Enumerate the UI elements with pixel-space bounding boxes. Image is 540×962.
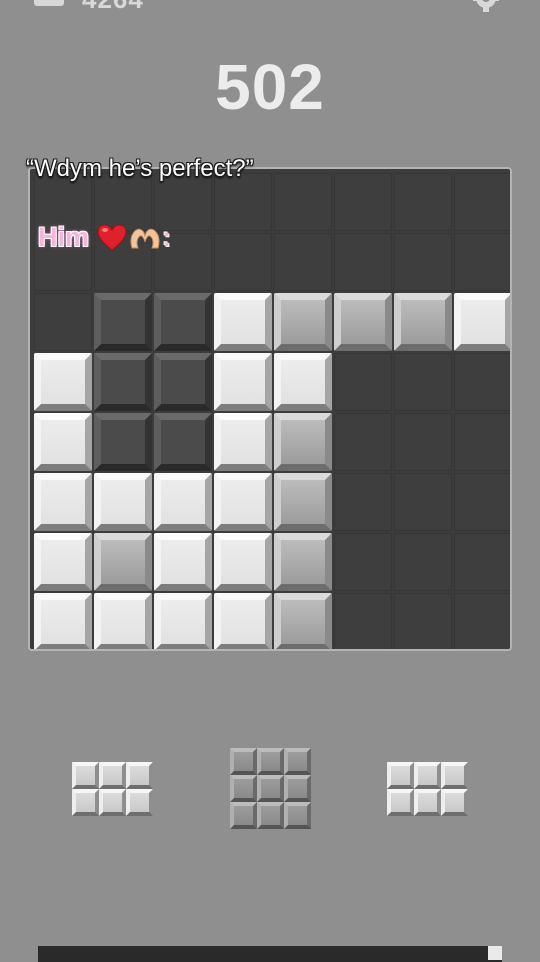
board-cell-dark-block[interactable] [94,413,152,471]
board-cell-empty[interactable] [334,533,392,591]
board-cell-empty[interactable] [274,233,332,291]
board-cell-white-block[interactable] [34,533,92,591]
board-cell-white-block[interactable] [94,473,152,531]
him-label: Him [38,222,90,252]
piece-block [230,802,257,829]
board-cell-empty[interactable] [394,413,452,471]
board-cell-dark-block[interactable] [94,353,152,411]
gear-icon[interactable] [470,0,502,14]
piece-block [257,802,284,829]
board-cell-gray-block[interactable] [274,413,332,471]
piece-block [72,789,99,816]
board-cell-gray-block[interactable] [334,293,392,351]
board-cell-empty[interactable] [454,413,510,471]
piece-block [441,789,468,816]
board-cell-empty[interactable] [454,353,510,411]
crown-icon [34,0,64,6]
board-cell-empty[interactable] [334,593,392,649]
piece-block [387,762,414,789]
board-cell-white-block[interactable] [454,293,510,351]
board-cell-empty[interactable] [454,533,510,591]
board-cell-white-block[interactable] [34,473,92,531]
piece-block [284,775,311,802]
board-cell-empty[interactable] [454,173,510,231]
board-cell-white-block[interactable] [214,473,272,531]
piece-block [99,762,126,789]
piece-block [414,789,441,816]
piece-block [284,802,311,829]
board-cell-white-block[interactable] [214,413,272,471]
board-cell-empty[interactable] [394,533,452,591]
piece-block [230,748,257,775]
board-cell-empty[interactable] [334,233,392,291]
board-cell-empty[interactable] [334,173,392,231]
board-cell-gray-block[interactable] [274,293,332,351]
board-cell-empty[interactable] [214,233,272,291]
board-cell-white-block[interactable] [154,593,212,649]
board-cell-white-block[interactable] [94,593,152,649]
heart-hands-icon [130,228,160,248]
board-cell-empty[interactable] [394,473,452,531]
board-cell-white-block[interactable] [274,353,332,411]
piece-block [441,762,468,789]
board-cell-white-block[interactable] [34,353,92,411]
board-cell-white-block[interactable] [214,353,272,411]
board-cell-white-block[interactable] [34,413,92,471]
piece-block [257,748,284,775]
him-colon: : [162,222,172,252]
board-cell-gray-block[interactable] [94,533,152,591]
board-cell-white-block[interactable] [214,293,272,351]
board-cell-empty[interactable] [454,473,510,531]
board-cell-white-block[interactable] [154,473,212,531]
board-cell-empty[interactable] [394,233,452,291]
piece-block [257,775,284,802]
board-cell-white-block[interactable] [34,593,92,649]
board-cell-empty[interactable] [394,173,452,231]
board-cell-empty[interactable] [394,593,452,649]
board-cell-empty[interactable] [454,593,510,649]
top-bar: 4264 [0,0,540,16]
red-heart-icon [97,223,127,251]
board-cell-dark-block[interactable] [154,293,212,351]
board-cell-dark-block[interactable] [154,413,212,471]
tray-piece-left[interactable] [72,762,153,816]
board-cell-gray-block[interactable] [274,533,332,591]
piece-block [414,762,441,789]
tray-piece-right[interactable] [387,762,468,816]
current-score: 502 [215,51,325,123]
piece-block [126,789,153,816]
board-cell-empty[interactable] [394,353,452,411]
board-cell-white-block[interactable] [214,593,272,649]
caption-text: “Wdym he’s perfect?” [26,155,254,182]
board-cell-empty[interactable] [334,413,392,471]
piece-block [126,762,153,789]
board-cell-empty[interactable] [454,233,510,291]
piece-block [230,775,257,802]
ad-choices-icon[interactable] [488,946,502,960]
him-overlay: Him : [38,222,171,253]
board-cell-empty[interactable] [34,293,92,351]
piece-block [99,789,126,816]
board-cell-dark-block[interactable] [154,353,212,411]
board-cell-gray-block[interactable] [274,473,332,531]
board-cell-empty[interactable] [274,173,332,231]
piece-block [72,762,99,789]
board-cell-gray-block[interactable] [274,593,332,649]
board-cell-dark-block[interactable] [94,293,152,351]
board-cell-empty[interactable] [334,473,392,531]
piece-block [387,789,414,816]
board-cell-white-block[interactable] [214,533,272,591]
board-cell-gray-block[interactable] [394,293,452,351]
tray-piece-center[interactable] [230,748,311,829]
piece-block [284,748,311,775]
best-score: 4264 [82,0,144,15]
board-cell-empty[interactable] [334,353,392,411]
board-cell-white-block[interactable] [154,533,212,591]
